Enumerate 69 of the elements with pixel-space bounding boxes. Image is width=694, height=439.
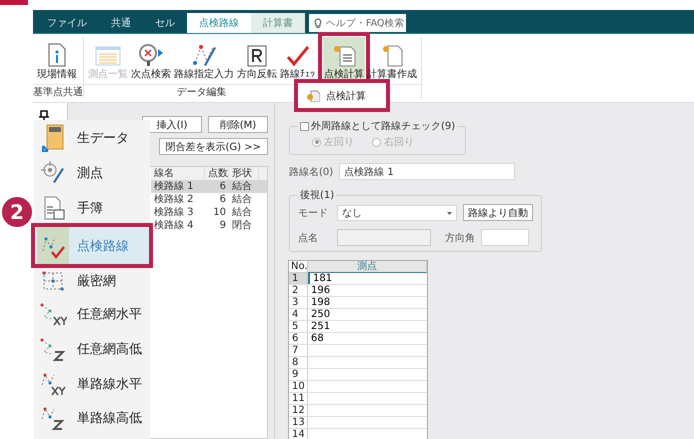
route-z-icon [39, 404, 67, 430]
grid-cell[interactable]: 198 [308, 297, 427, 308]
dropdown-caret-icon [447, 212, 452, 215]
mode-dropdown[interactable]: なし [337, 204, 457, 220]
group-label: 基準点共通 [33, 86, 83, 99]
field-label: モード [298, 206, 329, 220]
grid-cell[interactable]: 181 [308, 273, 427, 284]
column-header: No. [289, 261, 308, 273]
navigation-item[interactable]: 測点 [34, 155, 150, 190]
corner-marker [0, 0, 28, 5]
network-xy-icon [39, 300, 67, 326]
group-title: 後視(1) [300, 188, 334, 202]
point-name-field[interactable] [337, 229, 431, 246]
radio-button[interactable] [312, 138, 321, 146]
pin-icon [39, 110, 49, 122]
network-icon [40, 269, 66, 293]
route-name-field[interactable]: 点検路線 1 [339, 163, 516, 180]
ribbon-button[interactable]: 次点検索 [130, 37, 172, 84]
row-number: 1 [289, 273, 308, 284]
network-z-icon [39, 336, 67, 362]
pen-line-icon [192, 43, 216, 67]
row-number: 4 [289, 309, 308, 320]
direction-angle-field[interactable] [481, 229, 529, 246]
navigation-item[interactable]: 任意網高低 [34, 330, 150, 367]
ribbon-tab[interactable]: 点検路線 [187, 13, 251, 33]
ribbon-tab[interactable]: ファイル [35, 13, 99, 33]
column-header: 測点 [308, 261, 427, 273]
step-badge: 2 [0, 195, 34, 229]
target-pen-icon [40, 160, 66, 186]
navigation-item[interactable]: 単路線水平 [34, 367, 150, 400]
list-icon [95, 45, 121, 67]
search-icon [138, 43, 164, 67]
checkmark-icon [286, 45, 310, 67]
grid-cell[interactable]: 68 [308, 333, 427, 344]
radio-label: 右回り [384, 136, 414, 149]
checkbox[interactable] [300, 122, 309, 130]
route-xy-icon [39, 370, 67, 396]
lightbulb-icon [314, 18, 322, 28]
action-button[interactable]: 挿入(I) [142, 116, 202, 133]
route-row[interactable]: 検路線 1 6 結合 [151, 180, 267, 193]
letter-r-icon [247, 45, 267, 67]
group-label: データ編集 [176, 86, 226, 99]
navigation-item[interactable]: 単路線高低 [34, 400, 150, 435]
navigation-item[interactable]: 厳密網 [34, 265, 150, 297]
navigation-item[interactable]: 手簿 [34, 190, 150, 226]
show-closure-button[interactable]: 閉合差を表示(G) >> [158, 138, 268, 155]
grid-cell[interactable]: 251 [308, 321, 427, 332]
radio-label: 左回り [324, 136, 354, 149]
grid-cell[interactable]: 196 [308, 285, 427, 296]
ribbon-button[interactable]: 路線指定入力 [173, 37, 235, 84]
ribbon-tab[interactable]: 共通 [99, 13, 143, 33]
ribbon-button[interactable]: 路線ﾁｪｯ [279, 37, 316, 84]
help-search-field[interactable]: ヘルプ・FAQ検索 [309, 14, 406, 32]
grid-cell[interactable]: 250 [308, 309, 427, 320]
calculator-icon [41, 124, 65, 152]
ribbon-button[interactable]: 方向反転 [236, 37, 278, 84]
field-label: 方向角 [445, 232, 475, 244]
checkbox-label: 外周路線として路線チェック(9) [311, 120, 456, 133]
navigation-item[interactable]: 点検路線 [34, 226, 150, 265]
radio-button[interactable] [372, 138, 381, 146]
ribbon-button[interactable]: 現場情報 [36, 37, 78, 84]
navigation-item[interactable]: 任意網水平 [34, 297, 150, 330]
auto-from-route-button[interactable]: 路線より自動 [463, 204, 533, 221]
field-label: 点名 [298, 232, 319, 244]
ribbon-tab[interactable]: セル [143, 13, 187, 33]
info-icon [47, 43, 67, 67]
action-button[interactable]: 削除(M) [208, 116, 268, 133]
field-label: 路線名(0) [289, 166, 334, 178]
menu-item[interactable]: 点検計算 [298, 83, 386, 108]
